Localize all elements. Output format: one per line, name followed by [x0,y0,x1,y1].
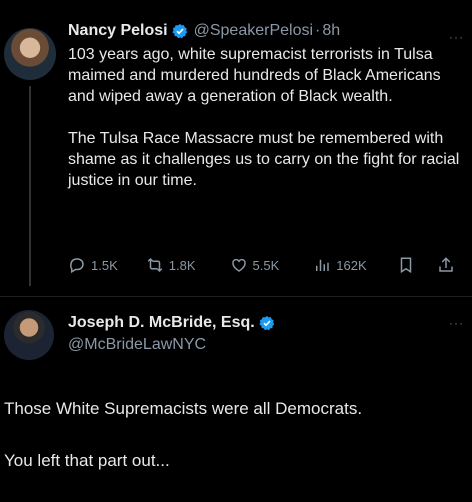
bookmark-button[interactable] [397,256,415,274]
avatar-mcbride[interactable] [4,310,54,360]
reply-count: 1.5K [91,257,118,273]
tweet-paragraph-1: 103 years ago, white supremacist terrori… [68,46,441,105]
views-button[interactable]: 162K [313,256,367,274]
author-handle[interactable]: @SpeakerPelosi [194,22,313,40]
reply-line-2: You left that part out... [4,451,170,470]
tweet-header: Nancy Pelosi @SpeakerPelosi · 8h [68,22,340,40]
reply-button[interactable]: 1.5K [68,256,118,274]
views-icon [316,259,329,271]
separator: · [315,22,321,39]
bookmark-icon [400,257,411,274]
like-count: 5.5K [252,257,280,273]
tweet-actions: 1.5K 1.8K 5.5K 162K [68,255,468,275]
reply-author-handle[interactable]: @McBrideLawNYC [68,336,206,354]
author-name[interactable]: Nancy Pelosi [68,22,168,40]
avatar-pelosi[interactable] [4,28,56,80]
tweet-pelosi: Nancy Pelosi @SpeakerPelosi · 8h ··· 103… [0,0,472,300]
divider [0,296,472,297]
reply-header: Joseph D. McBride, Esq. [68,314,281,332]
thread-line [29,86,31,286]
tweet-paragraph-2: The Tulsa Race Massacre must be remember… [68,130,460,189]
timestamp[interactable]: 8h [322,22,340,40]
like-button[interactable]: 5.5K [230,256,280,274]
share-icon [438,257,453,272]
views-count: 162K [336,257,367,273]
reply-icon [70,258,84,274]
reply-author-name[interactable]: Joseph D. McBride, Esq. [68,314,255,332]
reply-line-1: Those White Supremacists were all Democr… [4,399,363,418]
more-icon[interactable]: ··· [449,30,464,44]
reply-body: Those White Supremacists were all Democr… [4,398,464,502]
repost-count: 1.8K [168,257,196,273]
tweet-body: 103 years ago, white supremacist terrori… [68,44,468,212]
verified-badge-icon [172,23,188,39]
repost-button[interactable]: 1.8K [146,256,196,274]
share-button[interactable] [437,256,455,274]
repost-icon [147,257,163,273]
like-icon [231,258,246,272]
more-icon[interactable]: ··· [449,316,464,330]
verified-badge-icon [259,315,275,331]
